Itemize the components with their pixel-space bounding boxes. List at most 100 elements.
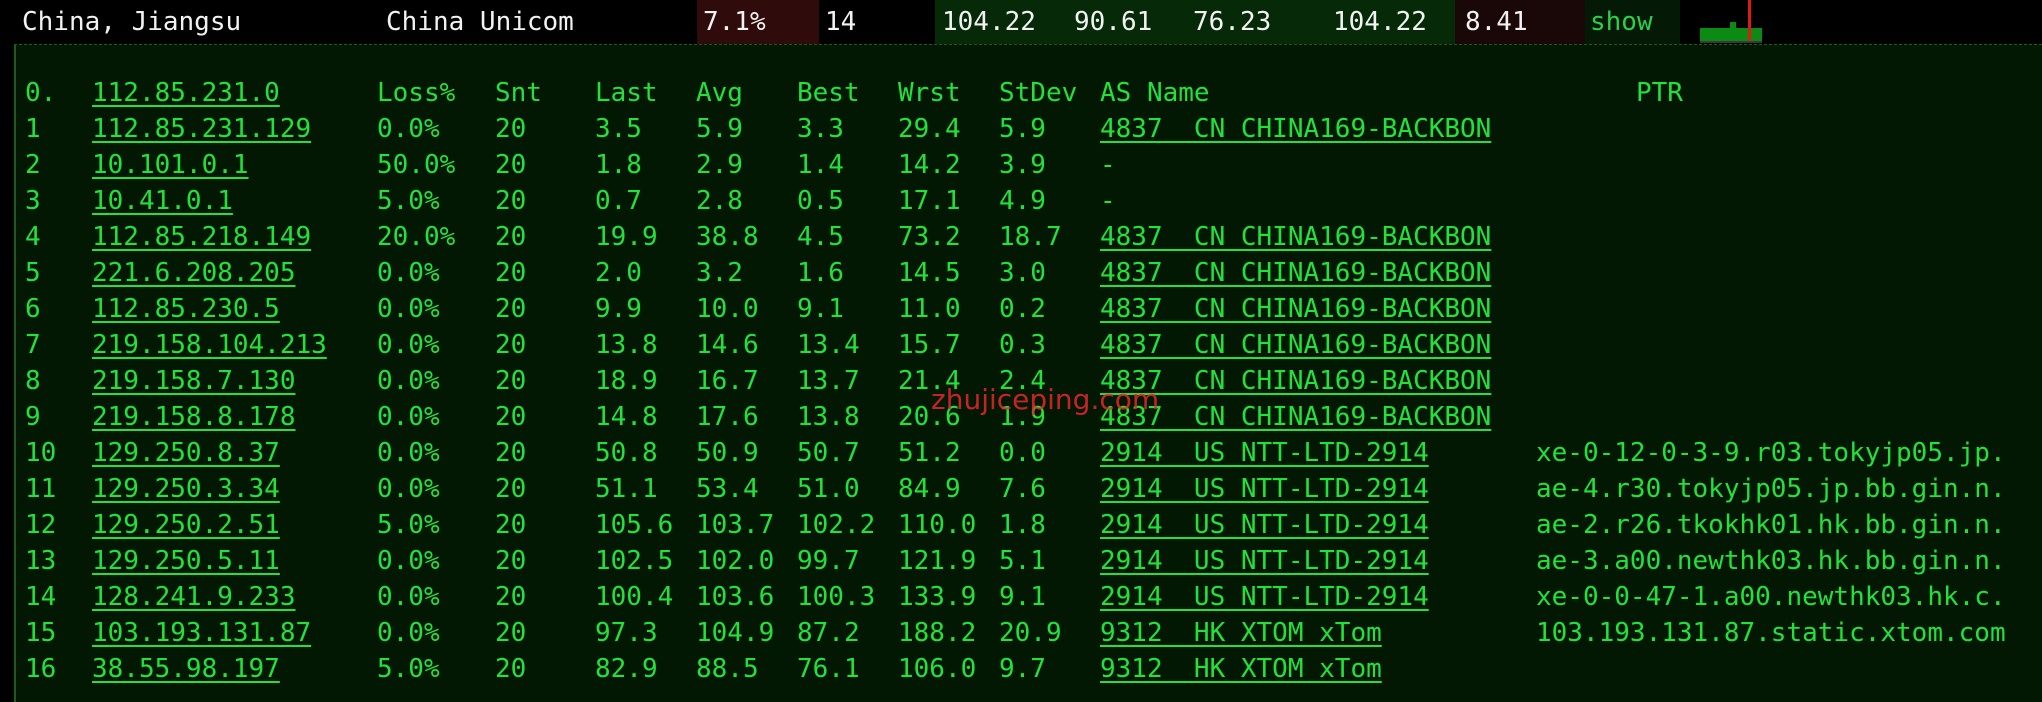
- hop-host-link[interactable]: 221.6.208.205: [92, 255, 296, 291]
- hop-stdev: 7.6: [999, 474, 1046, 504]
- hop-host-link[interactable]: 129.250.5.11: [92, 543, 280, 579]
- hop-as-link[interactable]: 9312 HK XTOM xTom: [1100, 651, 1382, 687]
- hop-host-link[interactable]: 128.241.9.233: [92, 579, 296, 615]
- hop-loss: 0.0%: [377, 618, 440, 648]
- hop-best: 99.7: [797, 546, 860, 576]
- hop-sent: 20: [495, 222, 527, 252]
- node-location: China, Jiangsu: [22, 7, 242, 37]
- hop-as-link[interactable]: 4837 CN CHINA169-BACKBON: [1100, 255, 1491, 291]
- node-isp: China Unicom: [386, 7, 574, 37]
- hop-number: 2: [25, 150, 41, 180]
- hop-last: 97.3: [595, 618, 658, 648]
- hop-loss: 0.0%: [377, 438, 440, 468]
- hop-last: 0.7: [595, 186, 642, 216]
- hop-avg: 53.4: [696, 474, 759, 504]
- hop-host-link[interactable]: 112.85.231.129: [92, 111, 311, 147]
- hop-host-link[interactable]: 112.85.218.149: [92, 219, 311, 255]
- hop-as-link[interactable]: 4837 CN CHINA169-BACKBON: [1100, 327, 1491, 363]
- hop-loss: 0.0%: [377, 546, 440, 576]
- hop-as-link[interactable]: 4837 CN CHINA169-BACKBON: [1100, 291, 1491, 327]
- header-ptr: PTR: [1636, 78, 1683, 108]
- hop-best: 1.6: [797, 258, 844, 288]
- hop-as-link[interactable]: 2914 US NTT-LTD-2914: [1100, 579, 1429, 615]
- hop-best: 13.7: [797, 366, 860, 396]
- hop-last: 100.4: [595, 582, 674, 612]
- watermark: zhujiceping.com: [931, 383, 1160, 416]
- hop-as-link[interactable]: 2914 US NTT-LTD-2914: [1100, 507, 1429, 543]
- hop-host-link[interactable]: 38.55.98.197: [92, 651, 280, 687]
- hop-ptr: xe-0-0-47-1.a00.newthk03.hk.c.: [1536, 582, 2006, 612]
- hop-last: 13.8: [595, 330, 658, 360]
- summary-stdev: 8.41: [1465, 7, 1528, 37]
- hop-loss: 5.0%: [377, 654, 440, 684]
- hop-best: 87.2: [797, 618, 860, 648]
- hop-best: 9.1: [797, 294, 844, 324]
- hop-number: 6: [25, 294, 41, 324]
- hop-as-link[interactable]: 4837 CN CHINA169-BACKBON: [1100, 219, 1491, 255]
- hop-host-link[interactable]: 219.158.8.178: [92, 399, 296, 435]
- hop-stdev: 0.2: [999, 294, 1046, 324]
- hop-as-link[interactable]: 9312 HK XTOM xTom: [1100, 615, 1382, 651]
- hop-best: 4.5: [797, 222, 844, 252]
- hop-host-link[interactable]: 219.158.104.213: [92, 327, 327, 363]
- header-snt: Snt: [495, 78, 542, 108]
- hop-worst: 51.2: [898, 438, 961, 468]
- hop-loss: 0.0%: [377, 366, 440, 396]
- hop-avg: 16.7: [696, 366, 759, 396]
- hop-stdev: 0.3: [999, 330, 1046, 360]
- hop-number: 3: [25, 186, 41, 216]
- hop-sent: 20: [495, 510, 527, 540]
- hop-avg: 17.6: [696, 402, 759, 432]
- hop-number: 10: [25, 438, 57, 468]
- hop-worst: 73.2: [898, 222, 961, 252]
- header-target-host[interactable]: 112.85.231.0: [92, 75, 280, 111]
- hop-last: 3.5: [595, 114, 642, 144]
- hop-sent: 20: [495, 258, 527, 288]
- hop-last: 82.9: [595, 654, 658, 684]
- hop-avg: 102.0: [696, 546, 775, 576]
- hop-sent: 20: [495, 402, 527, 432]
- header-last: Last: [595, 78, 658, 108]
- hop-worst: 106.0: [898, 654, 977, 684]
- hop-host-link[interactable]: 129.250.3.34: [92, 471, 280, 507]
- hop-avg: 103.6: [696, 582, 775, 612]
- hop-best: 102.2: [797, 510, 876, 540]
- hop-as-link[interactable]: 2914 US NTT-LTD-2914: [1100, 435, 1429, 471]
- hop-number: 4: [25, 222, 41, 252]
- summary-last: 104.22: [942, 7, 1036, 37]
- hop-number: 15: [25, 618, 57, 648]
- hop-sent: 20: [495, 546, 527, 576]
- hop-last: 2.0: [595, 258, 642, 288]
- hop-stdev: 3.9: [999, 150, 1046, 180]
- hop-worst: 188.2: [898, 618, 977, 648]
- mtr-terminal-panel: 0. 112.85.231.0 Loss% Snt Last Avg Best …: [14, 44, 2042, 702]
- hop-stdev: 1.8: [999, 510, 1046, 540]
- hop-stdev: 0.0: [999, 438, 1046, 468]
- hop-loss: 0.0%: [377, 582, 440, 612]
- hop-last: 51.1: [595, 474, 658, 504]
- hop-stdev: 4.9: [999, 186, 1046, 216]
- hop-sent: 20: [495, 366, 527, 396]
- hop-host-link[interactable]: 112.85.230.5: [92, 291, 280, 327]
- hop-avg: 88.5: [696, 654, 759, 684]
- hop-as-link[interactable]: 4837 CN CHINA169-BACKBON: [1100, 111, 1491, 147]
- header-loss: Loss%: [377, 78, 456, 108]
- hop-host-link[interactable]: 10.41.0.1: [92, 183, 233, 219]
- hop-best: 100.3: [797, 582, 876, 612]
- hop-host-link[interactable]: 219.158.7.130: [92, 363, 296, 399]
- hop-best: 51.0: [797, 474, 860, 504]
- hop-as-link[interactable]: 2914 US NTT-LTD-2914: [1100, 471, 1429, 507]
- hop-ptr: ae-3.a00.newthk03.hk.bb.gin.n.: [1536, 546, 2006, 576]
- hop-host-link[interactable]: 129.250.2.51: [92, 507, 280, 543]
- hop-host-link[interactable]: 10.101.0.1: [92, 147, 249, 183]
- show-link[interactable]: show: [1590, 0, 1653, 44]
- hop-host-link[interactable]: 129.250.8.37: [92, 435, 280, 471]
- hop-last: 19.9: [595, 222, 658, 252]
- hop-host-link[interactable]: 103.193.131.87: [92, 615, 311, 651]
- hop-as-link[interactable]: 2914 US NTT-LTD-2914: [1100, 543, 1429, 579]
- hop-worst: 14.2: [898, 150, 961, 180]
- hop-sent: 20: [495, 114, 527, 144]
- hop-stdev: 18.7: [999, 222, 1062, 252]
- hop-loss: 0.0%: [377, 402, 440, 432]
- hop-best: 76.1: [797, 654, 860, 684]
